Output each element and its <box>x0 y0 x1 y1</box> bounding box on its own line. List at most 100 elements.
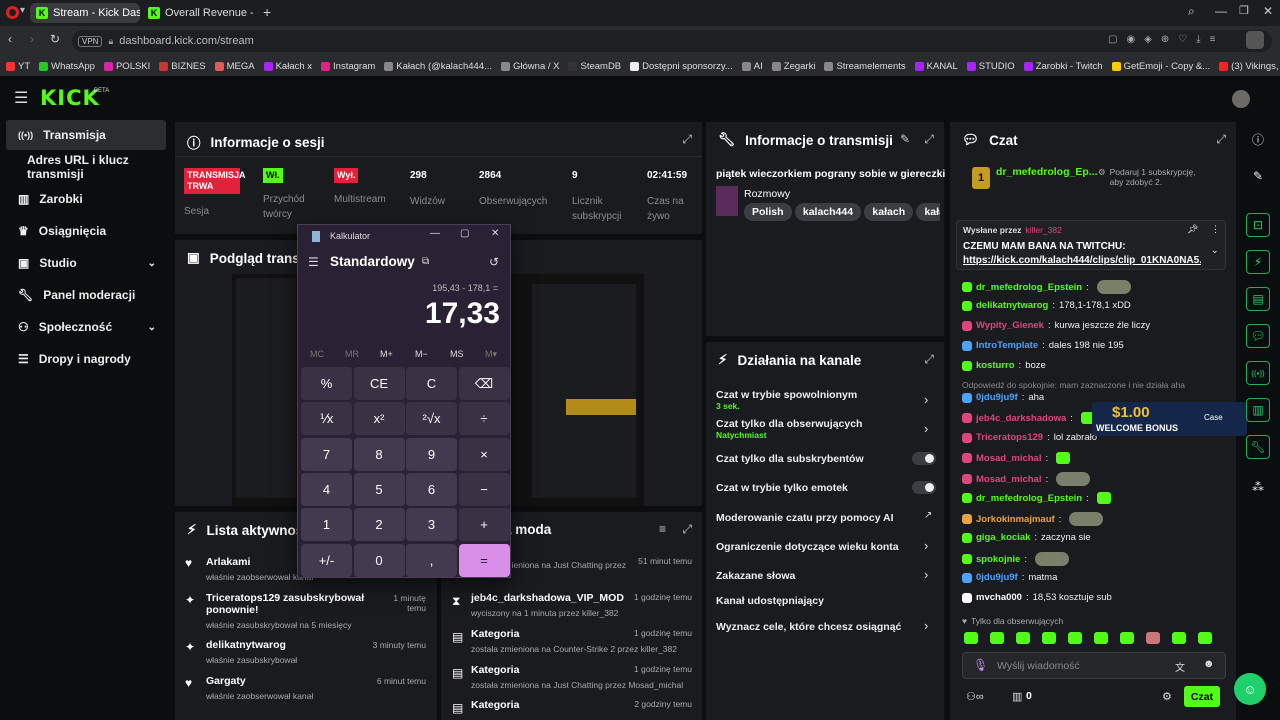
chat-message[interactable]: Odpowiedź do spokojnie: mam zaznaczone i… <box>962 380 1185 390</box>
mr-button[interactable]: MR <box>345 349 359 359</box>
avatar[interactable] <box>1232 90 1250 108</box>
chat-message[interactable]: IntroTemplate: dales 198 nie 195 <box>962 340 1124 351</box>
calc-key[interactable]: = <box>458 543 510 577</box>
camera-rail-icon[interactable]: ⊡ <box>1246 213 1270 237</box>
sidebar-item-osiagniecia[interactable]: ♛ Osiągnięcia <box>6 216 166 246</box>
calc-key[interactable]: ⅟x <box>301 402 352 436</box>
calc-key[interactable]: 6 <box>406 472 457 506</box>
url-field[interactable]: VPN 🔒︎ dashboard.kick.com/stream <box>72 30 1272 52</box>
chat-username[interactable]: dr_mefedrolog_Epstein <box>976 493 1082 504</box>
bookmark-item[interactable]: KANAL <box>914 61 958 72</box>
chevron-right-icon[interactable]: › <box>924 392 928 407</box>
bookmark-item[interactable]: POLSKI <box>103 61 150 72</box>
pin-icon[interactable]: 📌︎ <box>1187 224 1198 235</box>
chat-message[interactable]: dr_mefedrolog_Epstein: <box>962 492 1111 504</box>
list-item[interactable]: Triceratops129 zasubskrybował ponownie! w… <box>206 592 381 630</box>
calendar-rail-icon[interactable]: ▥ <box>1246 398 1270 422</box>
subs-only-toggle[interactable] <box>912 452 936 465</box>
tag-chip[interactable]: kalach444 <box>794 203 862 221</box>
minimize-icon[interactable]: — <box>430 228 440 239</box>
chat-username[interactable]: IntroTemplate <box>976 340 1038 351</box>
calc-key[interactable]: 2 <box>353 508 405 542</box>
new-tab-icon[interactable]: + <box>263 4 271 20</box>
reload-icon[interactable]: ↻ <box>50 32 60 46</box>
chat-username[interactable]: giga_kociak <box>976 532 1030 543</box>
chat-username[interactable]: Triceratops129 <box>976 432 1043 443</box>
support-chat-button[interactable]: ☺ <box>1234 673 1266 705</box>
hamburger-icon[interactable]: ☰ <box>308 255 319 269</box>
chevron-right-icon[interactable]: › <box>924 618 928 633</box>
extensions-icons[interactable]: ▢◉◈⊕♡⤓≡ <box>1108 34 1224 45</box>
sidebar-item-transmisja[interactable]: ((•)) Transmisja <box>6 120 166 150</box>
gift-subscription-button[interactable]: ⚙︎ Podaruj 1 subskrypcję, aby zdobyć 2. <box>1098 167 1208 187</box>
chat-message[interactable]: Jorkokinmajmauf: <box>962 512 1104 526</box>
chat-input[interactable]: Wyślij wiadomość <box>997 660 1080 672</box>
sidebar-item-studio[interactable]: ▣ Studio ⌄ <box>6 248 166 278</box>
bookmark-item[interactable]: SteamDB <box>568 61 621 72</box>
chat-username[interactable]: jeb4c_darkshadowa <box>976 413 1066 424</box>
ad-banner[interactable]: $1.00 WELCOME BONUS Case <box>1092 402 1247 436</box>
bookmark-item[interactable]: MEGA <box>214 61 255 72</box>
chat-message[interactable]: delikatnytwarog:178,1-178,1 xDD <box>962 300 1131 311</box>
calc-key[interactable]: − <box>458 472 510 506</box>
chat-message[interactable]: spokojnie: <box>962 552 1069 566</box>
chat-message[interactable]: mvcha000:18,53 kosztuje sub <box>962 592 1112 603</box>
bookmark-item[interactable]: GetEmoji - Copy &... <box>1111 61 1210 72</box>
ms-button[interactable]: MS <box>450 349 464 359</box>
bookmark-item[interactable]: STUDIO <box>966 61 1015 72</box>
sidebar-item-stream-key[interactable]: Adres URL i klucz transmisji <box>6 152 166 182</box>
calc-key[interactable]: 9 <box>406 437 457 471</box>
chat-message[interactable]: dr_mefedrolog_Epstein: <box>962 280 1131 294</box>
calc-key[interactable]: × <box>458 437 510 471</box>
translate-icon[interactable]: 文 <box>1175 659 1185 674</box>
bookmark-item[interactable]: AI <box>741 61 763 72</box>
expand-icon[interactable]: ⤢ <box>1216 132 1226 147</box>
sidebar-item-moderacja[interactable]: 🔧︎ Panel moderacji <box>6 280 166 310</box>
kick-logo[interactable]: KICK <box>40 86 100 110</box>
bookmark-item[interactable]: Streamelements <box>824 61 906 72</box>
chat-username[interactable]: mvcha000 <box>976 592 1022 603</box>
chat-username[interactable]: Jorkokinmajmauf <box>976 514 1055 525</box>
emote[interactable] <box>1172 632 1186 644</box>
chat-input-box[interactable]: 🎙︎ Wyślij wiadomość 文 ☻ <box>962 652 1226 679</box>
slow-mode-setting[interactable]: Czat w trybie spowolnionym 3 sek. <box>716 389 857 411</box>
back-icon[interactable]: ‹ <box>8 32 12 46</box>
calc-key[interactable]: % <box>301 367 352 400</box>
calc-key[interactable]: 4 <box>301 472 352 506</box>
close-window-icon[interactable]: ✕ <box>1263 4 1273 18</box>
bookmark-item[interactable]: WhatsApp <box>39 61 95 72</box>
restore-icon[interactable]: ❐ <box>1239 4 1249 17</box>
list-item[interactable]: jeb4c_darkshadowa_VIP_MOD wyciszony na 1 … <box>471 592 631 618</box>
pinned-message[interactable]: Wysłane przez killer_382 📌︎ ⋮ CZEMU MAM … <box>956 220 1226 270</box>
pinned-link[interactable]: https://kick.com/kalach444/clips/clip_01… <box>963 255 1201 266</box>
more-options-icon[interactable]: ⋮ <box>1211 224 1220 235</box>
emote[interactable] <box>1146 632 1160 644</box>
expand-icon[interactable]: ⤢ <box>924 132 934 147</box>
calc-key[interactable]: x² <box>353 402 405 436</box>
keep-on-top-icon[interactable]: ⧉ <box>422 256 429 267</box>
emote[interactable] <box>1068 632 1082 644</box>
chat-message[interactable]: Mosad_michal: <box>962 472 1091 486</box>
emote[interactable] <box>1198 632 1212 644</box>
bookmark-item[interactable]: Zegarki <box>771 61 815 72</box>
calc-key[interactable]: 8 <box>353 437 405 471</box>
sidebar-item-zarobki[interactable]: ▥ Zarobki <box>6 184 166 214</box>
minimize-icon[interactable]: — <box>1215 4 1227 18</box>
goals-setting[interactable]: Wyznacz cele, które chcesz osiągnąć <box>716 621 901 633</box>
calc-key[interactable]: 0 <box>353 543 405 577</box>
history-icon[interactable]: ↺ <box>489 255 499 269</box>
banned-words-setting[interactable]: Zakazane słowa <box>716 570 795 582</box>
bookmark-item[interactable]: YT <box>6 61 30 72</box>
host-channel-setting[interactable]: Kanał udostępniający <box>716 595 824 607</box>
chat-username[interactable]: Wypity_Gienek <box>976 320 1044 331</box>
chat-username[interactable]: Mosad_michal <box>976 474 1041 485</box>
calc-key[interactable]: + <box>458 508 510 542</box>
chat-username[interactable]: 0jdu9ju9f <box>976 572 1018 583</box>
chat-message[interactable]: giga_kociak: zaczyna sie <box>962 532 1091 543</box>
list-item[interactable]: delikatnytwarog właśnie zasubskrybował <box>206 639 386 665</box>
forward-icon[interactable]: › <box>30 32 34 46</box>
calc-key[interactable]: 3 <box>406 508 457 542</box>
edit-rail-icon[interactable]: ✎ <box>1246 164 1270 188</box>
expand-icon[interactable]: ⤢ <box>682 132 692 147</box>
calc-key[interactable]: , <box>406 543 457 577</box>
